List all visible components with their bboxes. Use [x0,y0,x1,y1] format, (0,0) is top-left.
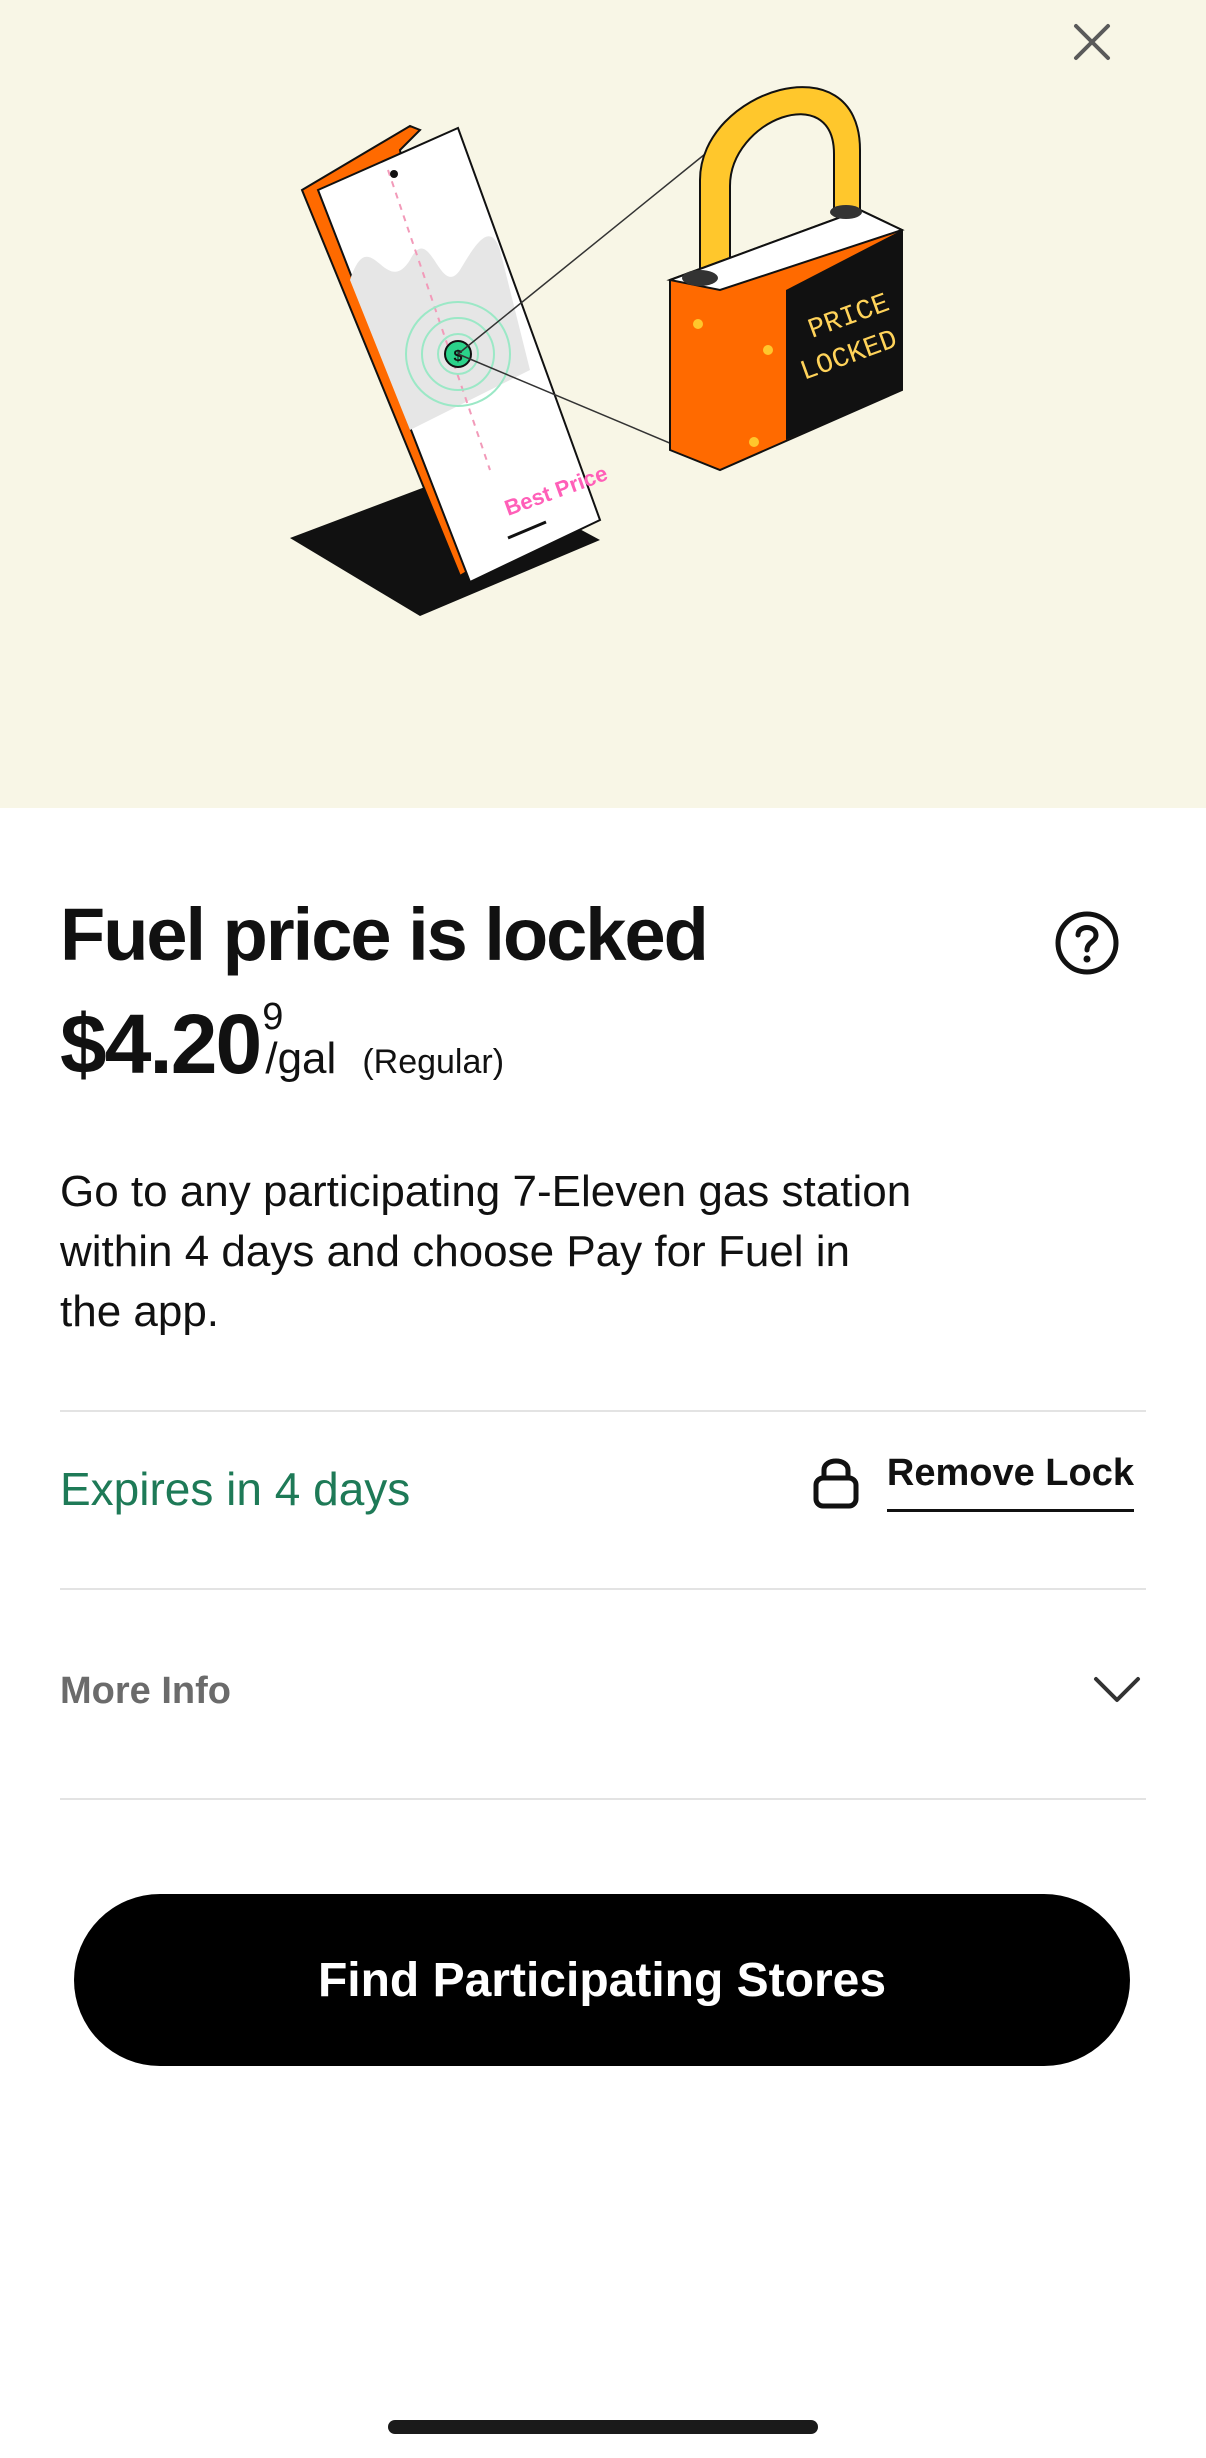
padlock-icon: PRICE LOCKED [666,86,905,472]
price-unit: /gal [265,1034,337,1083]
instructions-text: Go to any participating 7-Eleven gas sta… [60,1167,912,1336]
remove-lock-button[interactable]: Remove Lock [811,1452,1134,1512]
divider [60,1588,1146,1590]
chevron-down-icon [1094,1677,1140,1702]
fuel-grade: (Regular) [362,1043,505,1081]
divider [60,1410,1146,1412]
help-button[interactable] [1054,910,1120,976]
more-info-toggle[interactable]: More Info [60,1670,1146,1780]
price-amount: $4.20 [60,997,262,1091]
lock-icon [813,1458,859,1509]
locked-price: $4.20 9 /gal (Regular) [60,996,504,1096]
page-title: Fuel price is locked [60,893,709,976]
home-indicator[interactable] [388,2420,818,2434]
remove-lock-label: Remove Lock [886,1452,1134,1512]
divider [60,1798,1146,1800]
question-circle-icon [1055,911,1119,975]
price-lock-illustration: $ Best Price PRICE LOCKED [290,86,905,616]
close-icon [1074,24,1110,60]
close-button[interactable] [1066,16,1118,68]
more-info-label: More Info [60,1670,231,1712]
find-participating-stores-button[interactable]: Find Participating Stores [74,1894,1130,2066]
hero-banner: $ Best Price PRICE LOCKED [0,0,1206,808]
price-fraction: 9 [262,996,284,1038]
expiry-text: Expires in 4 days [60,1463,411,1515]
